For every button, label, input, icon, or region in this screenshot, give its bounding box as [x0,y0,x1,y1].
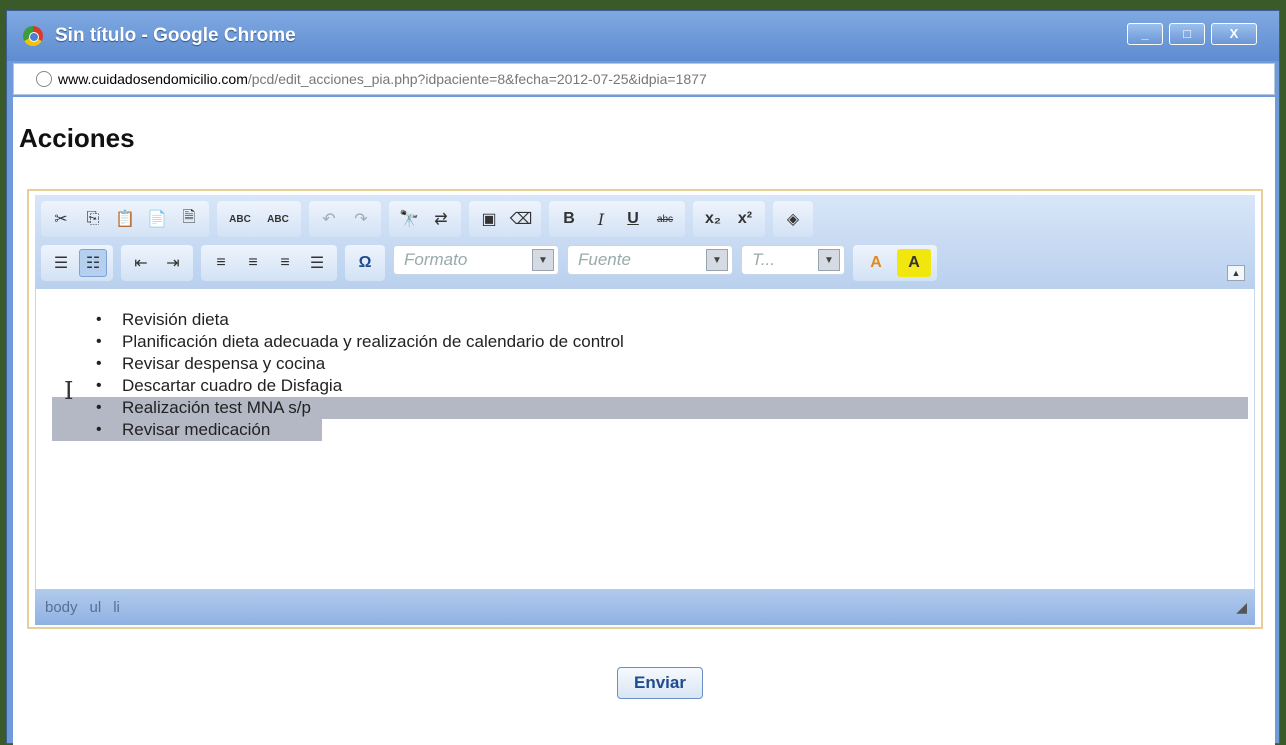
element-path-bar: body ul li ◢ [35,589,1255,625]
select-all-icon[interactable]: ▣ [475,205,503,233]
chevron-down-icon: ▼ [706,249,728,271]
underline-icon[interactable]: U [619,205,647,233]
globe-icon [36,71,52,87]
bulleted-list-icon[interactable]: ☷ [79,249,107,277]
source-group: ◈ [773,201,813,237]
align-right-icon[interactable]: ≡ [271,249,299,277]
toolbar-row-1: ✂ ⎘ 📋 📄 🗎 ABC ABC ↶ ↷ � [41,201,813,237]
path-li[interactable]: li [113,599,120,616]
font-select[interactable]: Fuente ▼ [567,245,733,275]
list-item[interactable]: Planificación dieta adecuada y realizaci… [52,331,1248,353]
list-item[interactable]: Revisar despensa y cocina [52,353,1248,375]
script-group: x₂ x² [693,201,765,237]
remove-format-icon[interactable]: ⌫ [507,205,535,233]
close-button[interactable]: X [1211,23,1257,45]
outdent-icon[interactable]: ⇤ [127,249,155,277]
maximize-button[interactable]: □ [1169,23,1205,45]
align-center-icon[interactable]: ≡ [239,249,267,277]
text-cursor-icon: I [64,377,74,405]
minimize-button[interactable]: _ [1127,23,1163,45]
special-char-icon[interactable]: Ω [351,249,379,277]
redo-icon[interactable]: ↷ [347,205,375,233]
page-content: Acciones ✂ ⎘ 📋 📄 🗎 ABC ABC ↶ ↷ 🔭 ⇄ ▣ ⌫ B… [13,97,1275,745]
browser-window: Sin título - Google Chrome _ □ X www.cui… [6,10,1280,745]
italic-icon[interactable]: I [587,205,615,233]
submit-button[interactable]: Enviar [617,667,703,699]
text-color-icon[interactable]: A [859,249,893,277]
spellcheck-dropdown-icon[interactable]: ABC [261,205,295,233]
resize-grip-icon[interactable]: ◢ [1236,599,1247,616]
find-icon[interactable]: 🔭 [395,205,423,233]
format-select-label: Formato [404,250,468,269]
source-icon[interactable]: ◈ [779,205,807,233]
editor-content[interactable]: Revisión dieta Planificación dieta adecu… [35,289,1255,589]
history-group: ↶ ↷ [309,201,381,237]
rich-text-editor: ✂ ⎘ 📋 📄 🗎 ABC ABC ↶ ↷ � [27,189,1263,629]
indent-icon[interactable]: ⇥ [159,249,187,277]
list-item-selected[interactable]: Realización test MNA s/p [52,397,1248,419]
subscript-icon[interactable]: x₂ [699,205,727,233]
list-group: ☰ ☷ [41,245,113,281]
spellcheck-group: ABC ABC [217,201,301,237]
collapse-toolbar-button[interactable]: ▲ [1227,265,1245,281]
window-controls: _ □ X [1127,23,1257,45]
bold-icon[interactable]: B [555,205,583,233]
path-ul[interactable]: ul [90,599,102,616]
list-item[interactable]: Revisión dieta [52,309,1248,331]
url-host: www.cuidadosendomicilio.com [58,71,248,87]
chevron-down-icon: ▼ [818,249,840,271]
size-select[interactable]: T... ▼ [741,245,845,275]
indent-group: ⇤ ⇥ [121,245,193,281]
list-item-selected[interactable]: Revisar medicación [52,419,322,441]
address-bar[interactable]: www.cuidadosendomicilio.com /pcd/edit_ac… [13,63,1275,95]
numbered-list-icon[interactable]: ☰ [47,249,75,277]
strikethrough-icon[interactable]: abc [651,205,679,233]
superscript-icon[interactable]: x² [731,205,759,233]
bg-color-icon[interactable]: A [897,249,931,277]
size-select-label: T... [752,250,775,269]
paste-icon[interactable]: 📋 [111,205,139,233]
find-group: 🔭 ⇄ [389,201,461,237]
editor-toolbar: ✂ ⎘ 📋 📄 🗎 ABC ABC ↶ ↷ � [35,195,1255,289]
paste-text-icon[interactable]: 📄 [143,205,171,233]
path-body[interactable]: body [45,599,78,616]
chrome-icon [23,26,43,46]
paste-word-icon[interactable]: 🗎 [175,205,203,233]
copy-icon[interactable]: ⎘ [79,205,107,233]
special-group: Ω [345,245,385,281]
url-path: /pcd/edit_acciones_pia.php?idpaciente=8&… [247,71,707,87]
font-select-label: Fuente [578,250,631,269]
bullet-list: Revisión dieta Planificación dieta adecu… [52,309,1248,441]
align-left-icon[interactable]: ≡ [207,249,235,277]
format-select[interactable]: Formato ▼ [393,245,559,275]
justify-icon[interactable]: ☰ [303,249,331,277]
cut-icon[interactable]: ✂ [47,205,75,233]
undo-icon[interactable]: ↶ [315,205,343,233]
select-group: ▣ ⌫ [469,201,541,237]
spellcheck-icon[interactable]: ABC [223,205,257,233]
clipboard-group: ✂ ⎘ 📋 📄 🗎 [41,201,209,237]
toolbar-row-2: ☰ ☷ ⇤ ⇥ ≡ ≡ ≡ ☰ Ω Formato ▼ Fuente ▼ T..… [41,245,937,281]
title-bar[interactable]: Sin título - Google Chrome _ □ X [7,11,1279,61]
page-title: Acciones [19,123,135,153]
replace-icon[interactable]: ⇄ [427,205,455,233]
basic-styles-group: B I U abc [549,201,685,237]
align-group: ≡ ≡ ≡ ☰ [201,245,337,281]
window-title: Sin título - Google Chrome [55,25,296,46]
color-group: A A [853,245,937,281]
chevron-down-icon: ▼ [532,249,554,271]
list-item[interactable]: Descartar cuadro de Disfagia [52,375,1248,397]
